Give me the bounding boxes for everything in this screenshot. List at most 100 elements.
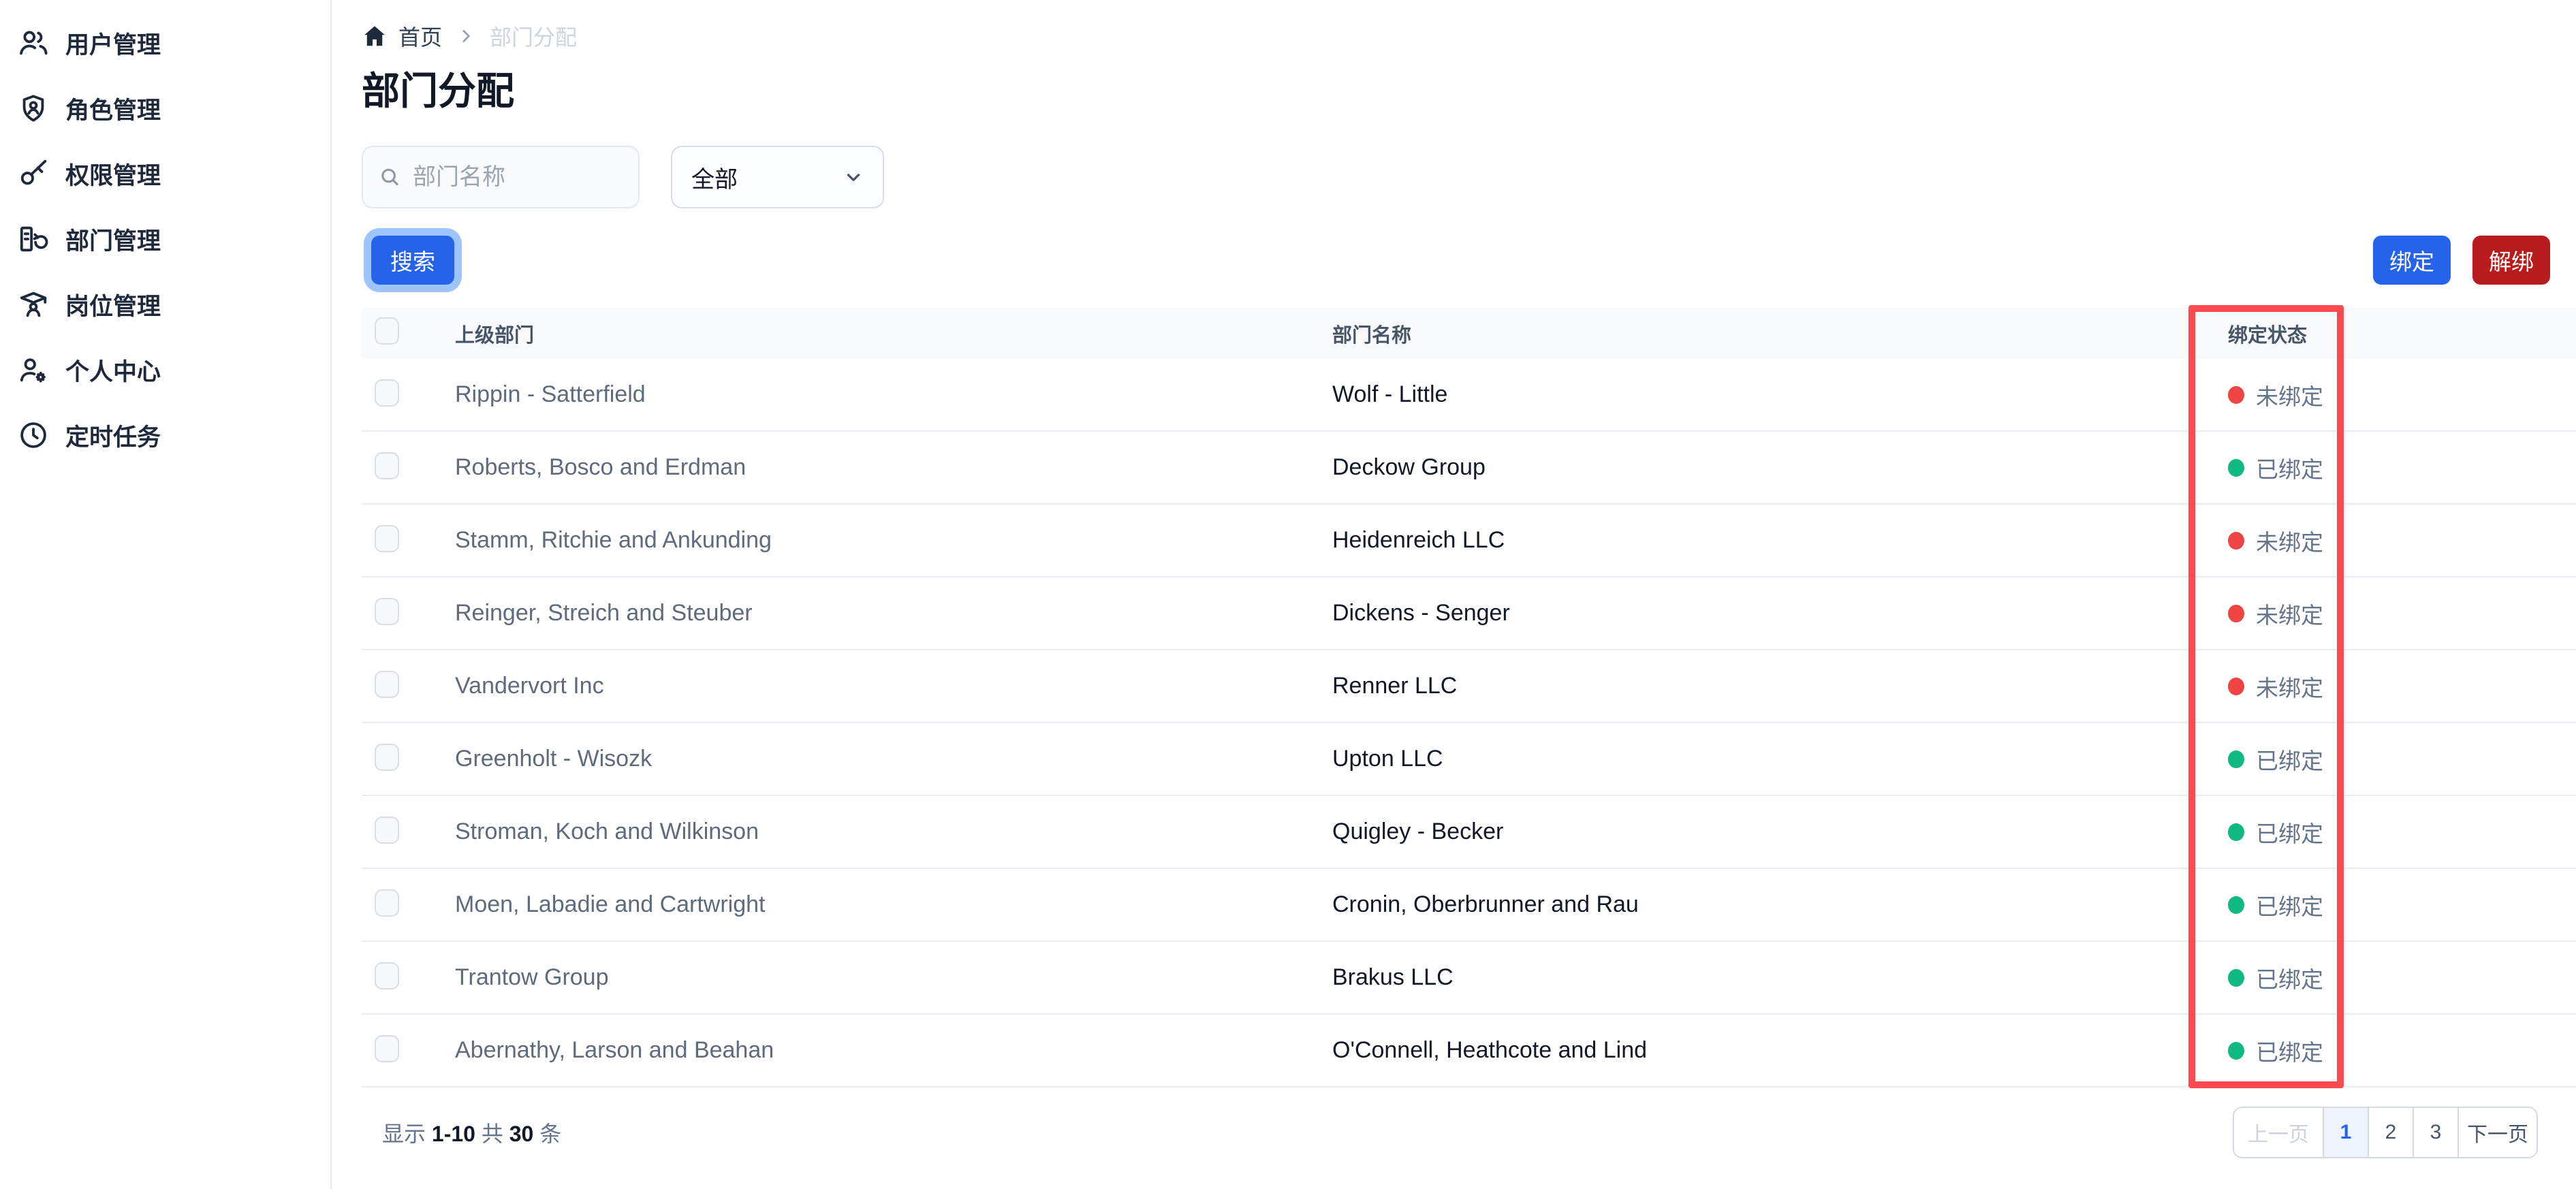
binding-status-cell: 未绑定 [2228,524,2576,557]
parent-department-cell: Abernathy, Larson and Beahan [455,1037,774,1063]
sidebar-item-department-management[interactable]: 部门管理 [0,206,330,272]
sidebar-item-user-management[interactable]: 用户管理 [0,10,330,76]
users-icon [20,31,48,55]
status-dot-icon [2228,750,2244,768]
row-checkbox[interactable] [375,671,399,698]
status-filter-select[interactable]: 全部 [671,146,884,208]
status-label: 未绑定 [2256,383,2323,409]
chevron-right-icon [462,30,470,42]
row-checkbox[interactable] [375,889,399,917]
status-label: 未绑定 [2256,602,2323,628]
table-row: Vandervort Inc Renner LLC 未绑定 [362,650,2576,723]
parent-department-cell: Stamm, Ritchie and Ankunding [455,527,772,553]
key-icon [20,159,47,185]
sidebar-item-label: 定时任务 [65,424,161,451]
status-dot-icon [2228,823,2244,841]
sidebar-item-permission-management[interactable]: 权限管理 [0,141,330,206]
status-label: 已绑定 [2256,748,2323,774]
department-name-cell: Brakus LLC [1332,964,1454,990]
breadcrumb-home[interactable]: 首页 [398,20,442,52]
table-row: Roberts, Bosco and Erdman Deckow Group 已… [362,432,2576,505]
row-checkbox[interactable] [375,962,399,989]
status-dot-icon [2228,531,2244,550]
row-checkbox[interactable] [375,598,399,625]
user-gear-icon [20,358,46,383]
row-checkbox[interactable] [375,817,399,844]
table-row: Stroman, Koch and Wilkinson Quigley - Be… [362,796,2576,869]
sidebar-item-label: 个人中心 [65,358,161,385]
table-row: Trantow Group Brakus LLC 已绑定 [362,942,2576,1015]
unbind-button[interactable]: 解绑 [2472,236,2550,285]
table-row: Moen, Labadie and Cartwright Cronin, Obe… [362,869,2576,942]
pagination-summary: 显示 1-10 共 30 条 [382,1117,561,1148]
status-label: 未绑定 [2256,529,2323,555]
sidebar-item-label: 用户管理 [65,31,161,59]
app-window: 用户管理 角色管理 权限管理 部门管理 岗位管理 个人中心 定时任务 首页 部门… [0,0,2576,1189]
sidebar-item-profile-center[interactable]: 个人中心 [0,337,330,402]
table-header: 上级部门 部门名称 绑定状态 [362,308,2576,359]
sidebar-item-label: 部门管理 [65,227,161,255]
column-header-status: 绑定状态 [2228,324,2308,347]
page-title: 部门分配 [362,69,514,112]
summary-total: 30 [509,1122,534,1146]
sidebar-item-label: 角色管理 [65,97,161,124]
column-header-parent: 上级部门 [455,324,535,347]
table-row: Stamm, Ritchie and Ankunding Heidenreich… [362,505,2576,577]
row-checkbox[interactable] [375,1035,399,1062]
binding-status-cell: 未绑定 [2228,379,2576,411]
status-dot-icon [2228,968,2244,987]
sidebar-item-role-management[interactable]: 角色管理 [0,76,330,141]
select-value: 全部 [691,166,738,193]
parent-department-cell: Rippin - Satterfield [455,381,646,407]
parent-department-cell: Greenholt - Wisozk [455,746,653,772]
home-icon[interactable] [362,23,388,49]
breadcrumb: 首页 部门分配 [362,20,2576,52]
sidebar: 用户管理 角色管理 权限管理 部门管理 岗位管理 个人中心 定时任务 [0,0,332,1189]
status-dot-icon [2228,604,2244,622]
status-label: 已绑定 [2256,893,2323,919]
parent-department-cell: Moen, Labadie and Cartwright [455,891,766,917]
summary-of: 共 [481,1122,503,1146]
graduate-icon [20,291,47,317]
status-label: 已绑定 [2256,821,2323,846]
departments-table: 上级部门 部门名称 绑定状态 Rippin - Satterfield Wolf… [362,305,2576,1088]
table-row: Greenholt - Wisozk Upton LLC 已绑定 [362,723,2576,796]
table-row: Abernathy, Larson and Beahan O'Connell, … [362,1015,2576,1088]
sidebar-item-position-management[interactable]: 岗位管理 [0,272,330,337]
status-label: 未绑定 [2256,675,2323,701]
binding-status-cell: 已绑定 [2228,889,2576,921]
binding-status-cell: 已绑定 [2228,743,2576,776]
parent-department-cell: Stroman, Koch and Wilkinson [455,819,759,844]
main-content: 首页 部门分配 部门分配 全部 搜索 绑定 解绑 上 [332,0,2576,1189]
row-checkbox[interactable] [375,379,399,407]
previous-page-button[interactable]: 上一页 [2234,1108,2323,1157]
row-checkbox[interactable] [375,525,399,552]
bind-button[interactable]: 绑定 [2373,236,2451,285]
next-page-button[interactable]: 下一页 [2457,1108,2536,1157]
department-name-search-input[interactable] [413,163,622,191]
status-label: 已绑定 [2256,1039,2323,1065]
parent-department-cell: Roberts, Bosco and Erdman [455,454,747,480]
row-checkbox[interactable] [375,452,399,479]
bulk-actions: 绑定 解绑 [2373,236,2550,285]
parent-department-cell: Vandervort Inc [455,673,604,699]
sidebar-item-label: 权限管理 [65,162,161,189]
row-checkbox[interactable] [375,744,399,771]
summary-unit: 条 [539,1122,562,1146]
page-button-3[interactable]: 3 [2413,1108,2457,1157]
chevron-down-icon [847,174,860,181]
search-box [362,146,640,208]
page-button-1[interactable]: 1 [2323,1108,2368,1157]
binding-status-cell: 已绑定 [2228,451,2576,484]
status-dot-icon [2228,458,2244,477]
summary-show: 显示 [382,1122,426,1146]
table-row: Rippin - Satterfield Wolf - Little 未绑定 [362,359,2576,432]
search-button[interactable]: 搜索 [371,236,454,285]
sidebar-item-scheduled-tasks[interactable]: 定时任务 [0,402,330,468]
page-button-2[interactable]: 2 [2368,1108,2413,1157]
department-name-cell: Dickens - Senger [1332,600,1510,626]
select-all-checkbox[interactable] [375,317,399,345]
breadcrumb-current: 部门分配 [490,25,578,50]
sidebar-item-label: 岗位管理 [65,293,161,320]
actions-row: 搜索 绑定 解绑 [362,236,2576,285]
